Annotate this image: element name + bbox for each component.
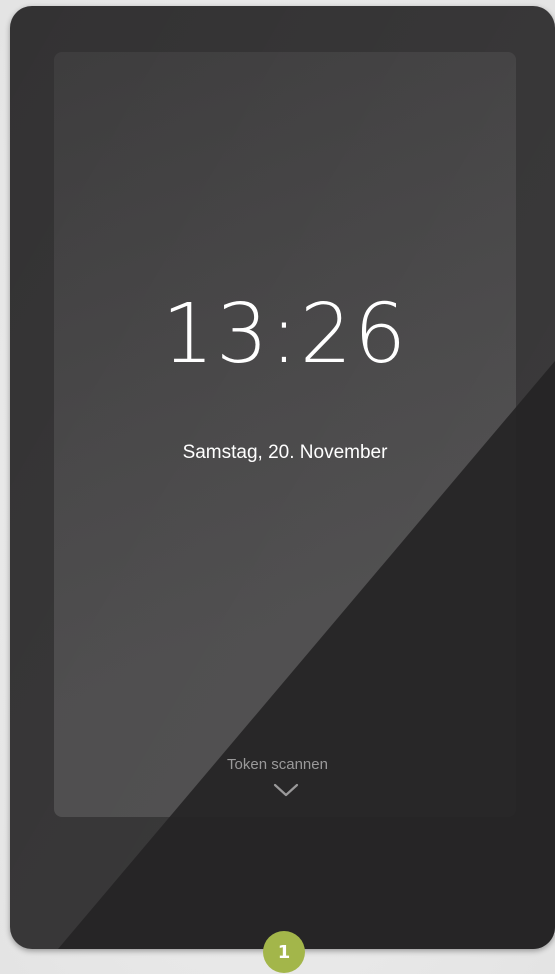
callout-badge: 1 <box>263 931 305 973</box>
lock-screen[interactable]: 13:26 Samstag, 20. November <box>54 52 516 817</box>
clock-time: 13:26 <box>161 287 409 382</box>
token-scan-label: Token scannen <box>227 756 328 773</box>
chevron-down-icon[interactable] <box>273 783 299 797</box>
clock-date: Samstag, 20. November <box>182 442 388 463</box>
page: 13:26 Samstag, 20. November Token scanne… <box>0 0 555 974</box>
device-frame: 13:26 Samstag, 20. November <box>10 6 555 949</box>
